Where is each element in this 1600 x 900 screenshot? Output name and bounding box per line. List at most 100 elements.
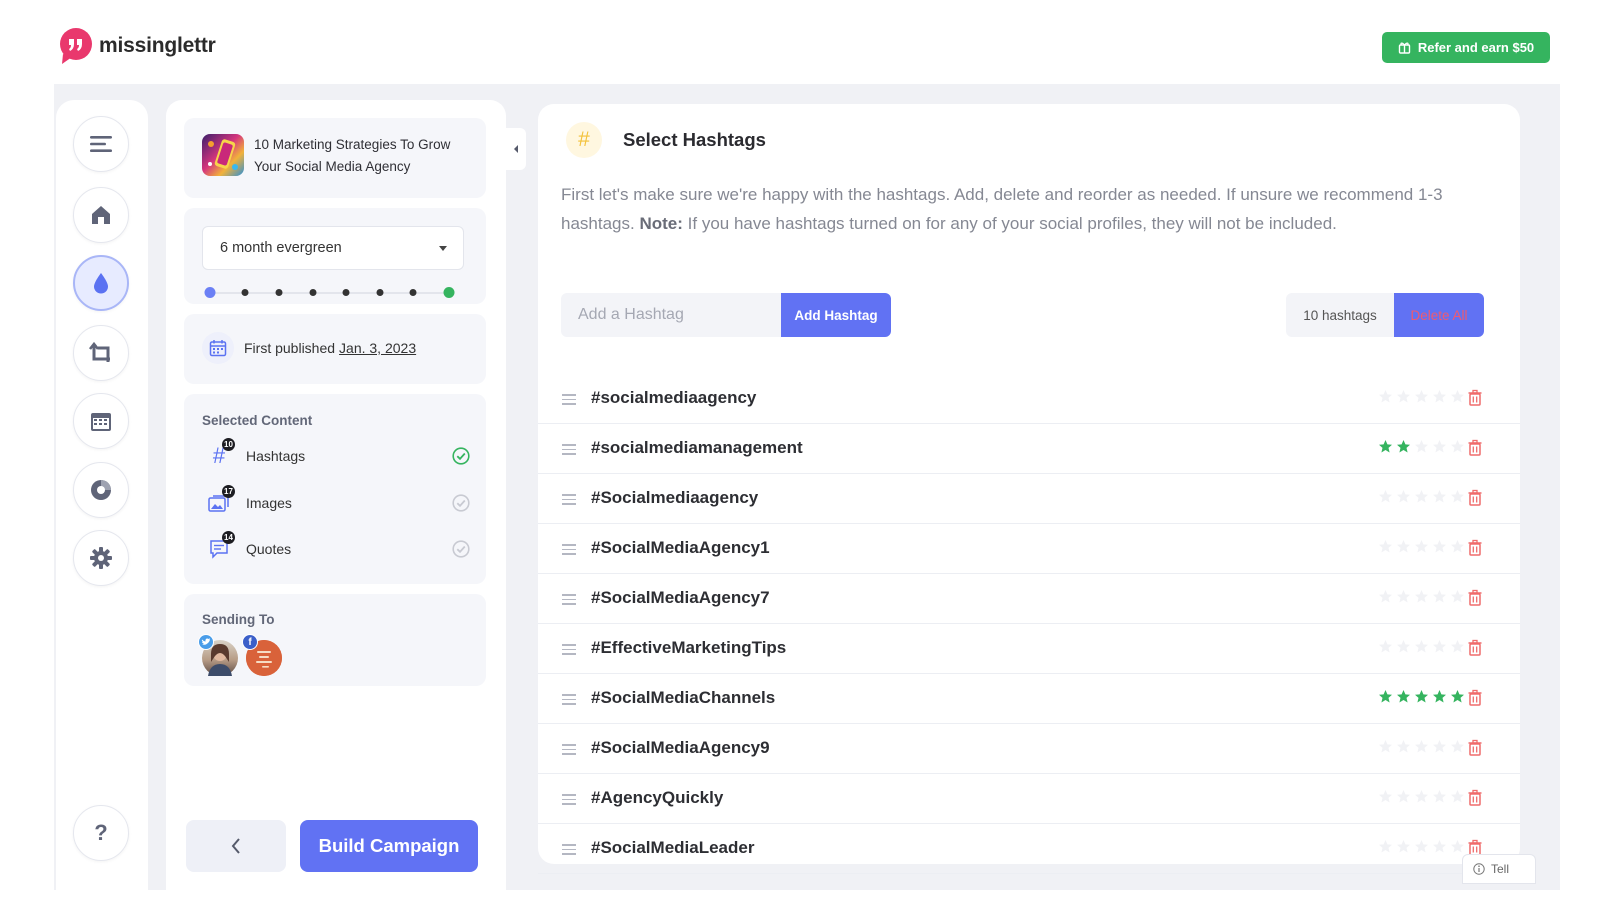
slider-dot[interactable] xyxy=(309,289,317,296)
delete-all-button[interactable]: Delete All xyxy=(1394,293,1484,337)
star-rating[interactable] xyxy=(1378,789,1465,804)
star-icon[interactable] xyxy=(1396,839,1411,854)
schedule-select[interactable]: 6 month evergreen xyxy=(202,226,464,270)
slider-dot[interactable] xyxy=(275,289,283,296)
drag-handle-icon[interactable] xyxy=(562,694,576,705)
star-icon[interactable] xyxy=(1414,739,1429,754)
analytics-button[interactable] xyxy=(73,462,129,518)
slider-dot[interactable] xyxy=(409,289,417,296)
star-icon[interactable] xyxy=(1450,639,1465,654)
drag-handle-icon[interactable] xyxy=(562,494,576,505)
slider-dot[interactable] xyxy=(376,289,384,296)
star-icon[interactable] xyxy=(1432,539,1447,554)
star-icon[interactable] xyxy=(1378,789,1393,804)
star-rating[interactable] xyxy=(1378,839,1465,854)
star-icon[interactable] xyxy=(1378,839,1393,854)
drag-handle-icon[interactable] xyxy=(562,544,576,555)
star-icon[interactable] xyxy=(1432,439,1447,454)
star-icon[interactable] xyxy=(1414,689,1429,704)
star-icon[interactable] xyxy=(1450,739,1465,754)
drag-handle-icon[interactable] xyxy=(562,444,576,455)
star-icon[interactable] xyxy=(1414,639,1429,654)
star-rating[interactable] xyxy=(1378,389,1465,404)
content-row-images[interactable]: 17 Images xyxy=(202,485,470,519)
star-icon[interactable] xyxy=(1378,489,1393,504)
menu-button[interactable] xyxy=(73,116,129,172)
slider-dot[interactable] xyxy=(342,289,350,296)
drag-handle-icon[interactable] xyxy=(562,394,576,405)
star-rating[interactable] xyxy=(1378,639,1465,654)
trash-icon[interactable] xyxy=(1467,539,1483,557)
star-icon[interactable] xyxy=(1396,589,1411,604)
drag-handle-icon[interactable] xyxy=(562,744,576,755)
trash-icon[interactable] xyxy=(1467,789,1483,807)
content-row-quotes[interactable]: 14 Quotes xyxy=(202,531,470,565)
settings-button[interactable] xyxy=(73,530,129,586)
repeat-button[interactable] xyxy=(73,325,129,381)
star-icon[interactable] xyxy=(1396,389,1411,404)
star-icon[interactable] xyxy=(1432,389,1447,404)
trash-icon[interactable] xyxy=(1467,589,1483,607)
brand-logo[interactable]: missinglettr xyxy=(59,28,216,64)
trash-icon[interactable] xyxy=(1467,639,1483,657)
star-rating[interactable] xyxy=(1378,439,1465,454)
add-hashtag-input[interactable] xyxy=(561,293,781,337)
star-icon[interactable] xyxy=(1450,689,1465,704)
trash-icon[interactable] xyxy=(1467,439,1483,457)
star-rating[interactable] xyxy=(1378,589,1465,604)
back-button[interactable] xyxy=(186,820,286,872)
schedule-slider[interactable] xyxy=(204,286,455,300)
star-icon[interactable] xyxy=(1378,539,1393,554)
hashtag-row[interactable]: #SocialMediaAgency7 xyxy=(538,574,1520,624)
star-icon[interactable] xyxy=(1414,439,1429,454)
hashtag-row[interactable]: #socialmediamanagement xyxy=(538,424,1520,474)
star-icon[interactable] xyxy=(1432,689,1447,704)
star-icon[interactable] xyxy=(1432,789,1447,804)
hashtag-row[interactable]: #SocialMediaAgency1 xyxy=(538,524,1520,574)
refer-button[interactable]: Refer and earn $50 xyxy=(1382,32,1550,63)
content-row-hashtags[interactable]: # 10 Hashtags xyxy=(202,438,470,472)
star-icon[interactable] xyxy=(1414,839,1429,854)
star-icon[interactable] xyxy=(1396,639,1411,654)
drip-button[interactable] xyxy=(73,255,129,311)
star-rating[interactable] xyxy=(1378,489,1465,504)
hashtag-row[interactable]: #socialmediaagency xyxy=(538,374,1520,424)
trash-icon[interactable] xyxy=(1467,489,1483,507)
star-icon[interactable] xyxy=(1450,839,1465,854)
collapse-panel-button[interactable] xyxy=(506,128,526,170)
star-icon[interactable] xyxy=(1450,389,1465,404)
star-icon[interactable] xyxy=(1378,689,1393,704)
star-icon[interactable] xyxy=(1378,639,1393,654)
trash-icon[interactable] xyxy=(1467,389,1483,407)
star-icon[interactable] xyxy=(1396,689,1411,704)
star-icon[interactable] xyxy=(1396,739,1411,754)
star-icon[interactable] xyxy=(1396,789,1411,804)
star-icon[interactable] xyxy=(1450,489,1465,504)
feedback-tab[interactable]: Tell xyxy=(1462,854,1536,884)
drag-handle-icon[interactable] xyxy=(562,794,576,805)
slider-dot-start[interactable] xyxy=(204,287,216,298)
star-rating[interactable] xyxy=(1378,539,1465,554)
star-icon[interactable] xyxy=(1450,539,1465,554)
star-icon[interactable] xyxy=(1432,739,1447,754)
star-icon[interactable] xyxy=(1414,589,1429,604)
star-icon[interactable] xyxy=(1378,389,1393,404)
help-button[interactable]: ? xyxy=(73,805,129,861)
star-icon[interactable] xyxy=(1432,489,1447,504)
star-icon[interactable] xyxy=(1378,589,1393,604)
star-icon[interactable] xyxy=(1396,439,1411,454)
star-icon[interactable] xyxy=(1414,539,1429,554)
hashtag-row[interactable]: #AgencyQuickly xyxy=(538,774,1520,824)
star-icon[interactable] xyxy=(1414,489,1429,504)
trash-icon[interactable] xyxy=(1467,739,1483,757)
drag-handle-icon[interactable] xyxy=(562,844,576,855)
star-icon[interactable] xyxy=(1396,539,1411,554)
calendar-button[interactable] xyxy=(73,393,129,449)
hashtag-row[interactable]: #EffectiveMarketingTips xyxy=(538,624,1520,674)
build-campaign-button[interactable]: Build Campaign xyxy=(300,820,478,872)
add-hashtag-button[interactable]: Add Hashtag xyxy=(781,293,891,337)
hashtag-row[interactable]: #SocialMediaAgency9 xyxy=(538,724,1520,774)
published-date-link[interactable]: Jan. 3, 2023 xyxy=(339,340,416,356)
home-button[interactable] xyxy=(73,187,129,243)
star-icon[interactable] xyxy=(1450,789,1465,804)
